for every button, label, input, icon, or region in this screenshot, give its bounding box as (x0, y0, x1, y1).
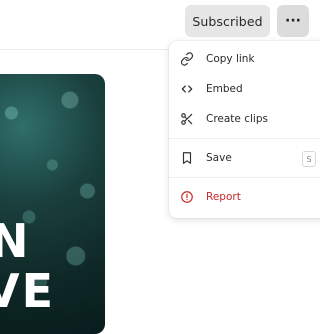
menu-item-label: Embed (206, 83, 243, 95)
menu-divider (169, 177, 320, 178)
menu-item-save[interactable]: Save S (169, 144, 320, 172)
thumbnail-text-line1: N (0, 214, 29, 268)
keyboard-shortcut-chip: S (302, 151, 316, 167)
more-options-menu: Copy link Embed Create clips Save S Repo… (169, 41, 320, 218)
menu-item-label: Save (206, 152, 232, 164)
link-icon (179, 51, 195, 67)
more-options-icon: ··· (285, 13, 301, 29)
menu-item-report[interactable]: Report (169, 183, 320, 211)
menu-item-label: Copy link (206, 53, 255, 65)
thumbnail-text-line2: VE (0, 264, 56, 318)
menu-item-embed[interactable]: Embed (169, 75, 320, 103)
scissors-icon (179, 111, 195, 127)
subscribed-button[interactable]: Subscribed (185, 5, 270, 37)
more-options-button[interactable]: ··· (277, 5, 309, 37)
menu-item-copy-link[interactable]: Copy link (169, 45, 320, 73)
menu-divider (169, 138, 320, 139)
alert-circle-icon (179, 189, 195, 205)
menu-item-label: Report (206, 191, 241, 203)
menu-item-create-clips[interactable]: Create clips (169, 105, 320, 133)
bookmark-icon (179, 150, 195, 166)
code-icon (179, 81, 195, 97)
video-thumbnail[interactable]: N VE (0, 74, 105, 334)
menu-item-label: Create clips (206, 113, 268, 125)
